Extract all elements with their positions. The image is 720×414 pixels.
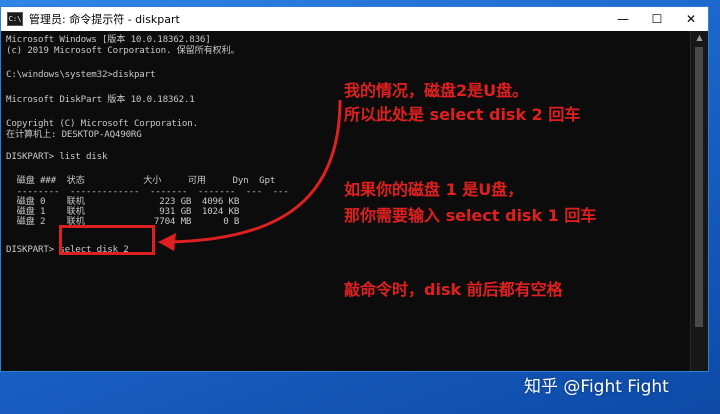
console-line: Microsoft DiskPart 版本 10.0.18362.1	[6, 94, 195, 105]
minimize-icon: —	[617, 12, 629, 26]
window-title: 管理员: 命令提示符 - diskpart	[29, 13, 180, 26]
annotation-note-1-line-2: 所以此处是 select disk 2 回车	[344, 105, 581, 124]
zhihu-watermark: 知乎 @Fight Fight	[524, 377, 669, 397]
console-line: Microsoft Windows [版本 10.0.18362.836]	[6, 34, 211, 45]
table-header: 磁盘 ### 状态 大小 可用 Dyn Gpt	[6, 175, 276, 186]
command-highlight-box	[59, 225, 155, 255]
console-line: Copyright (C) Microsoft Corporation.	[6, 118, 198, 129]
annotation-note-3: 敲命令时，disk 前后都有空格	[344, 280, 563, 299]
minimize-button[interactable]: —	[606, 7, 640, 31]
scroll-up-arrow-icon[interactable]: ▲	[691, 33, 708, 42]
scroll-thumb[interactable]	[695, 47, 703, 327]
vertical-scrollbar[interactable]: ▲	[690, 31, 708, 371]
maximize-button[interactable]: ☐	[640, 7, 674, 31]
maximize-icon: ☐	[651, 12, 663, 26]
title-bar[interactable]: C:\ 管理员: 命令提示符 - diskpart — ☐ ✕	[1, 7, 708, 31]
console-line: DISKPART> list disk	[6, 151, 108, 162]
close-button[interactable]: ✕	[674, 7, 708, 31]
window-controls: — ☐ ✕	[606, 7, 708, 31]
annotation-note-2-line-2: 那你需要输入 select disk 1 回车	[344, 206, 597, 225]
annotation-note-2-line-1: 如果你的磁盘 1 是U盘，	[344, 180, 524, 199]
annotation-note-1-line-1: 我的情况，磁盘2是U盘。	[344, 81, 529, 100]
console-line: 在计算机上: DESKTOP-AQ490RG	[6, 129, 142, 140]
console-line: (c) 2019 Microsoft Corporation. 保留所有权利。	[6, 45, 240, 56]
console-line: C:\windows\system32>diskpart	[6, 69, 156, 80]
close-icon: ✕	[685, 12, 697, 26]
cmd-app-icon[interactable]: C:\	[7, 12, 23, 26]
